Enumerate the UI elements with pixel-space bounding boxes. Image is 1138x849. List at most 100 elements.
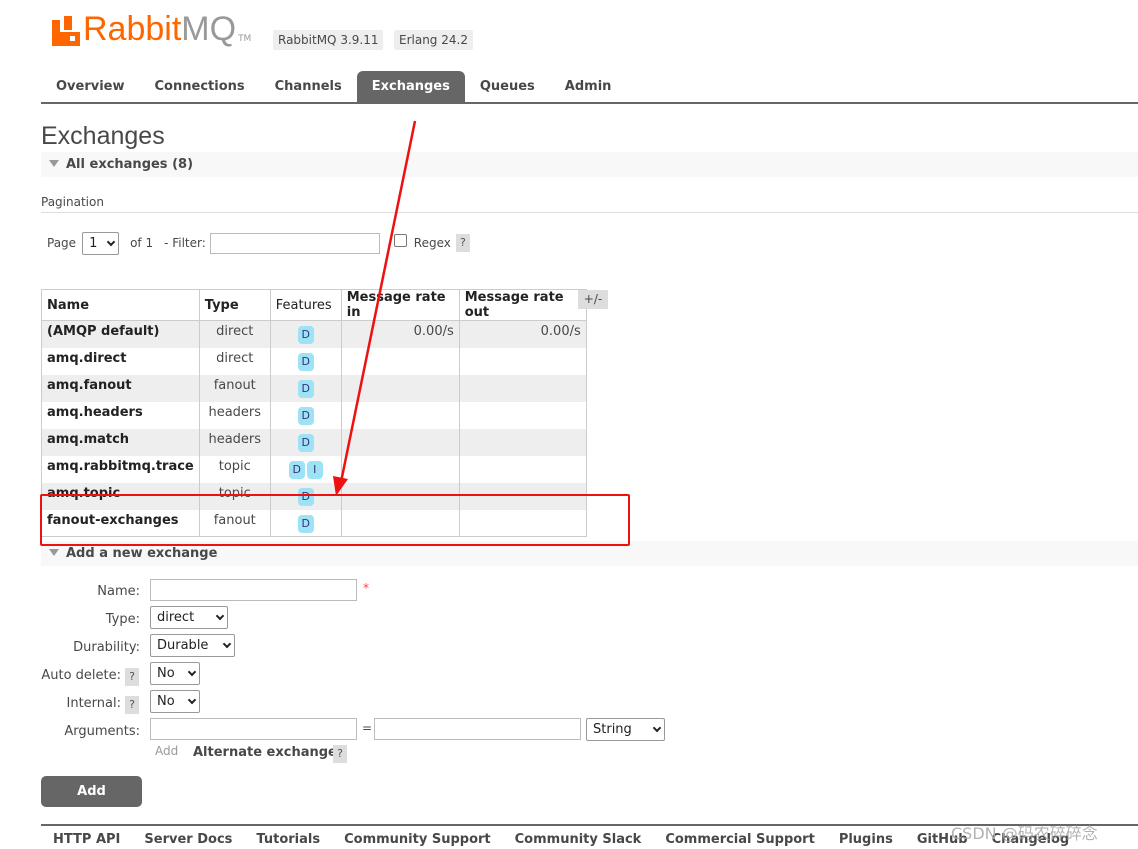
exchange-features: D [269,320,342,348]
type-label: Type: [105,612,140,627]
footer-link-community-slack[interactable]: Community Slack [503,832,654,847]
rate-in [340,347,460,375]
tab-overview[interactable]: Overview [41,71,140,103]
header: RabbitMQ TM RabbitMQ 3.9.11 Erlang 24.2 [0,0,1138,60]
exchange-name-link[interactable]: amq.fanout [41,374,200,402]
exchange-type: direct [198,347,271,375]
durable-badge: D [297,379,314,398]
alternate-exchange-link[interactable]: Alternate exchange [193,745,337,760]
add-exchange-heading: Add a new exchange [66,546,218,561]
col-header-rate-out: Message rate out [458,289,587,321]
filter-label: - Filter: [164,236,206,250]
name-input[interactable] [150,579,357,601]
required-mark: * [363,581,369,595]
argument-type-select[interactable]: String [586,718,665,741]
tab-admin[interactable]: Admin [550,71,627,103]
table-row[interactable]: amq.match headers D [41,428,587,456]
internal-select[interactable]: No [150,690,200,713]
exchange-name-link[interactable]: amq.direct [41,347,200,375]
rate-out [458,428,587,456]
argument-value-input[interactable] [374,718,581,740]
footer-link-tutorials[interactable]: Tutorials [244,832,332,847]
exchange-type: direct [198,320,271,348]
internal-help-button[interactable]: ? [125,696,139,714]
chevron-down-icon [222,639,232,649]
exchange-type: headers [198,428,271,456]
logo-trademark: TM [238,34,252,44]
pagination-divider [41,212,1138,213]
chevron-down-icon [215,611,225,621]
toggle-columns-button[interactable]: +/- [578,290,608,309]
exchange-name-link[interactable]: (AMQP default) [41,320,200,348]
auto-delete-help-button[interactable]: ? [125,668,139,686]
tab-channels[interactable]: Channels [260,71,357,103]
page-label: Page [47,236,77,250]
table-header-row: Name Type Features Message rate in Messa… [41,289,587,321]
exchange-type: headers [198,401,271,429]
exchange-features: D [269,401,342,429]
durability-label: Durability: [73,640,140,655]
exchange-type: fanout [198,374,271,402]
footer-link-commercial-support[interactable]: Commercial Support [653,832,827,847]
filter-input[interactable] [209,232,380,254]
regex-help-button[interactable]: ? [455,234,470,252]
rate-out [458,401,587,429]
exchange-features: D [269,347,342,375]
footer-link-http-api[interactable]: HTTP API [41,832,132,847]
exchange-name-link[interactable]: amq.rabbitmq.trace [41,455,200,483]
tab-queues[interactable]: Queues [465,71,550,103]
col-header-name[interactable]: Name [41,289,200,321]
table-row[interactable]: amq.direct direct D [41,347,587,375]
pagination-label: Pagination [41,195,104,209]
rabbitmq-logo[interactable]: RabbitMQ TM [52,12,251,46]
durable-badge: D [297,433,314,452]
watermark: CSDN @码农碎碎念 [951,824,1098,843]
alternate-exchange-help-button[interactable]: ? [333,745,347,763]
table-row[interactable]: (AMQP default) direct D 0.00/s 0.00/s [41,320,587,348]
logo-text: RabbitMQ [83,10,237,48]
page-title: Exchanges [41,122,165,150]
table-row[interactable]: amq.fanout fanout D [41,374,587,402]
type-select[interactable]: direct [150,606,228,629]
tabs-divider [41,102,1138,104]
add-exchange-button[interactable]: Add exchange [41,776,142,830]
table-row[interactable]: amq.rabbitmq.trace topic DI [41,455,587,483]
chevron-down-icon [652,723,662,733]
chevron-down-icon [187,667,197,677]
page-of-label: of 1 [130,236,154,250]
page-select[interactable]: 1 [82,231,120,255]
exchange-features: D [269,374,342,402]
rate-in [340,428,460,456]
internal-badge: I [306,460,323,479]
rate-in [340,374,460,402]
all-exchanges-heading: All exchanges (8) [66,157,194,172]
internal-label: Internal: [66,696,121,711]
durable-badge: D [297,326,314,344]
collapse-triangle-icon [49,549,59,556]
footer-link-server-docs[interactable]: Server Docs [132,832,244,847]
rate-out [458,455,587,483]
exchange-type: topic [198,455,271,483]
tab-connections[interactable]: Connections [140,71,260,103]
pager: Page 1 of 1 - Filter: Regex ? [47,231,470,255]
main-tabs: Overview Connections Channels Exchanges … [41,71,626,103]
footer-link-community-support[interactable]: Community Support [332,832,503,847]
durability-select[interactable]: Durable [150,634,235,657]
footer-link-plugins[interactable]: Plugins [827,832,905,847]
col-header-features: Features [269,289,342,321]
tab-exchanges[interactable]: Exchanges [356,71,465,103]
durable-badge: D [288,460,305,479]
all-exchanges-toggle[interactable]: All exchanges (8) [41,152,1138,177]
exchange-name-link[interactable]: amq.match [41,428,200,456]
rate-out [458,374,587,402]
footer-links: HTTP API Server Docs Tutorials Community… [41,832,1081,847]
exchange-name-link[interactable]: amq.headers [41,401,200,429]
argument-key-input[interactable] [150,718,357,740]
col-header-type[interactable]: Type [198,289,271,321]
regex-checkbox[interactable] [393,233,407,247]
table-row[interactable]: amq.headers headers D [41,401,587,429]
col-header-rate-in: Message rate in [340,289,460,321]
rate-in [340,401,460,429]
chevron-down-icon [187,695,197,705]
auto-delete-select[interactable]: No [150,662,200,685]
